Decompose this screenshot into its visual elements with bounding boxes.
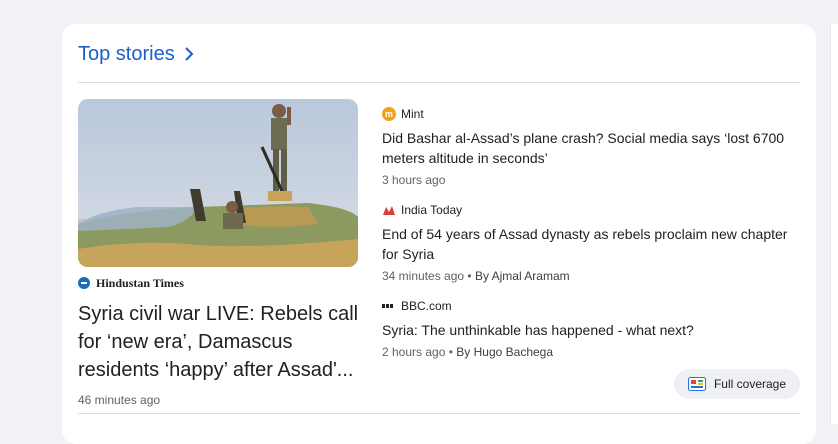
story-item: India Today End of 54 years of Assad dyn… xyxy=(382,202,802,283)
story-title[interactable]: End of 54 years of Assad dynasty as rebe… xyxy=(382,224,802,264)
divider-top xyxy=(78,82,800,83)
full-coverage-label: Full coverage xyxy=(713,377,787,391)
story-time: 34 minutes ago xyxy=(382,269,465,283)
hindustan-times-logo-icon xyxy=(78,277,90,289)
story-time: 3 hours ago xyxy=(382,173,446,187)
lead-story-image[interactable] xyxy=(78,99,358,267)
section-title: Top stories xyxy=(78,42,175,65)
mint-logo-icon: m xyxy=(382,107,396,121)
photo-soldiers-on-jet xyxy=(78,99,358,267)
story-meta: 2 hours ago • By Hugo Bachega xyxy=(382,345,554,359)
lead-story-title[interactable]: Syria civil war LIVE: Rebels call for ‘n… xyxy=(78,300,363,384)
adjacent-panel-edge xyxy=(830,24,838,424)
lead-story-time: 46 minutes ago xyxy=(78,393,161,407)
story-title[interactable]: Syria: The unthinkable has happened - wh… xyxy=(382,320,802,340)
story-source-name: Mint xyxy=(401,107,424,121)
full-coverage-button[interactable]: Full coverage xyxy=(674,369,800,399)
story-meta: 34 minutes ago • By Ajmal Aramam xyxy=(382,269,570,283)
lead-story-source-name: Hindustan Times xyxy=(96,275,184,290)
top-stories-header-link[interactable]: Top stories xyxy=(78,40,195,68)
story-source-name: BBC.com xyxy=(401,299,452,313)
divider-bottom xyxy=(78,413,800,414)
story-author: By Hugo Bachega xyxy=(456,345,554,359)
bbc-logo-icon xyxy=(382,300,396,312)
full-coverage-icon xyxy=(687,377,706,391)
story-meta: 3 hours ago xyxy=(382,173,802,187)
story-source: BBC.com xyxy=(382,298,802,314)
story-source: m Mint xyxy=(382,106,802,122)
story-source: India Today xyxy=(382,202,802,218)
top-stories-card: Top stories Hindustan Times Syria civil … xyxy=(62,24,816,444)
story-item: BBC.com Syria: The unthinkable has happe… xyxy=(382,298,802,359)
chevron-right-icon xyxy=(185,47,194,61)
story-author: By Ajmal Aramam xyxy=(474,269,570,283)
story-time: 2 hours ago xyxy=(382,345,446,359)
story-title[interactable]: Did Bashar al-Assad’s plane crash? Socia… xyxy=(382,128,802,168)
lead-story-source: Hindustan Times xyxy=(78,276,358,290)
lead-story: Hindustan Times Syria civil war LIVE: Re… xyxy=(78,99,358,407)
india-today-logo-icon xyxy=(382,204,396,216)
story-item: m Mint Did Bashar al-Assad’s plane crash… xyxy=(382,106,802,187)
story-source-name: India Today xyxy=(401,203,463,217)
